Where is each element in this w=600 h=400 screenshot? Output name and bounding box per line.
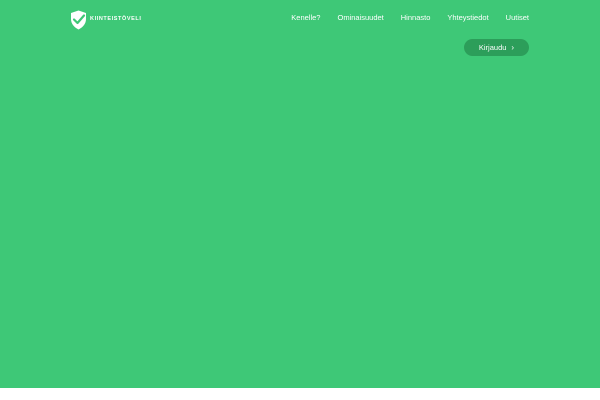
logo-text: KIINTEISTÖVELI — [90, 16, 142, 23]
chevron-right-icon: › — [511, 42, 515, 52]
nav-item-hinnasto[interactable]: Hinnasto — [401, 13, 431, 23]
hero-section: KIINTEISTÖVELI Kenelle? Ominaisuudet Hin… — [0, 0, 600, 388]
nav-item-yhteystiedot[interactable]: Yhteystiedot — [447, 13, 488, 23]
main-nav: Kenelle? Ominaisuudet Hinnasto Yhteystie… — [291, 13, 529, 23]
nav-item-uutiset[interactable]: Uutiset — [506, 13, 529, 23]
nav-item-ominaisuudet[interactable]: Ominaisuudet — [337, 13, 383, 23]
nav-item-kenelle[interactable]: Kenelle? — [291, 13, 320, 23]
shield-check-icon — [71, 10, 86, 30]
site-logo[interactable]: KIINTEISTÖVELI — [70, 10, 142, 30]
page-bottom-strip — [0, 388, 600, 400]
login-button[interactable]: Kirjaudu › — [464, 39, 529, 56]
login-button-label: Kirjaudu — [478, 43, 507, 52]
